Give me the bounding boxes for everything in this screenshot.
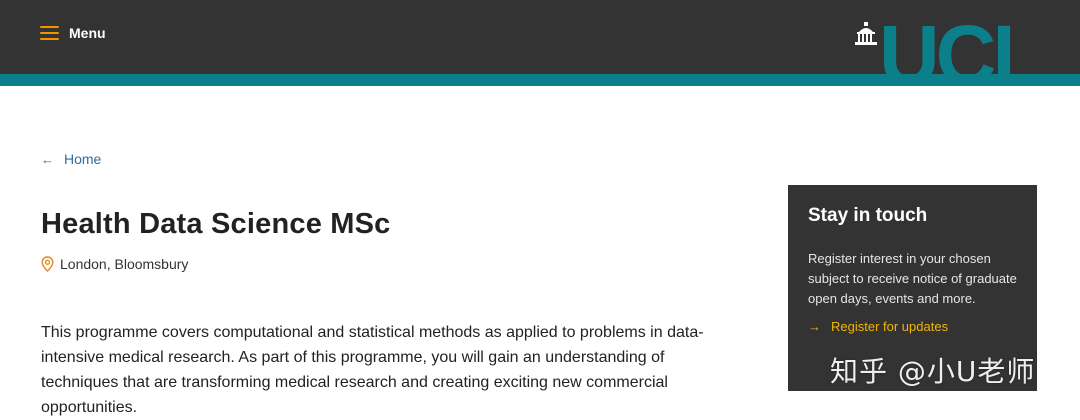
map-pin-icon [41,256,54,272]
location-text: London, Bloomsbury [60,256,189,272]
breadcrumb-label: Home [64,151,102,167]
arrow-right-icon: → [808,319,821,334]
course-intro: This programme covers computational and … [41,324,704,416]
site-header: Menu UCL [0,0,1080,86]
portico-building-icon [855,22,877,45]
zhihu-watermark: 知乎 @小U老师 [830,355,1036,388]
page-title: Health Data Science MSc [41,208,391,240]
panel-title: Stay in touch [808,205,928,226]
course-location: London, Bloomsbury [41,256,188,272]
menu-button[interactable]: Menu [40,20,106,46]
register-for-updates-link[interactable]: → Register for updates [808,319,1017,334]
panel-text: Register interest in your chosen subject… [808,251,1017,306]
menu-label: Menu [69,25,106,41]
header-accent-stripe [0,74,1080,86]
register-link-label: Register for updates [831,319,949,334]
breadcrumb-home-link[interactable]: ← Home [41,151,101,167]
arrow-left-icon: ← [41,151,54,167]
hamburger-menu-icon [40,26,59,40]
